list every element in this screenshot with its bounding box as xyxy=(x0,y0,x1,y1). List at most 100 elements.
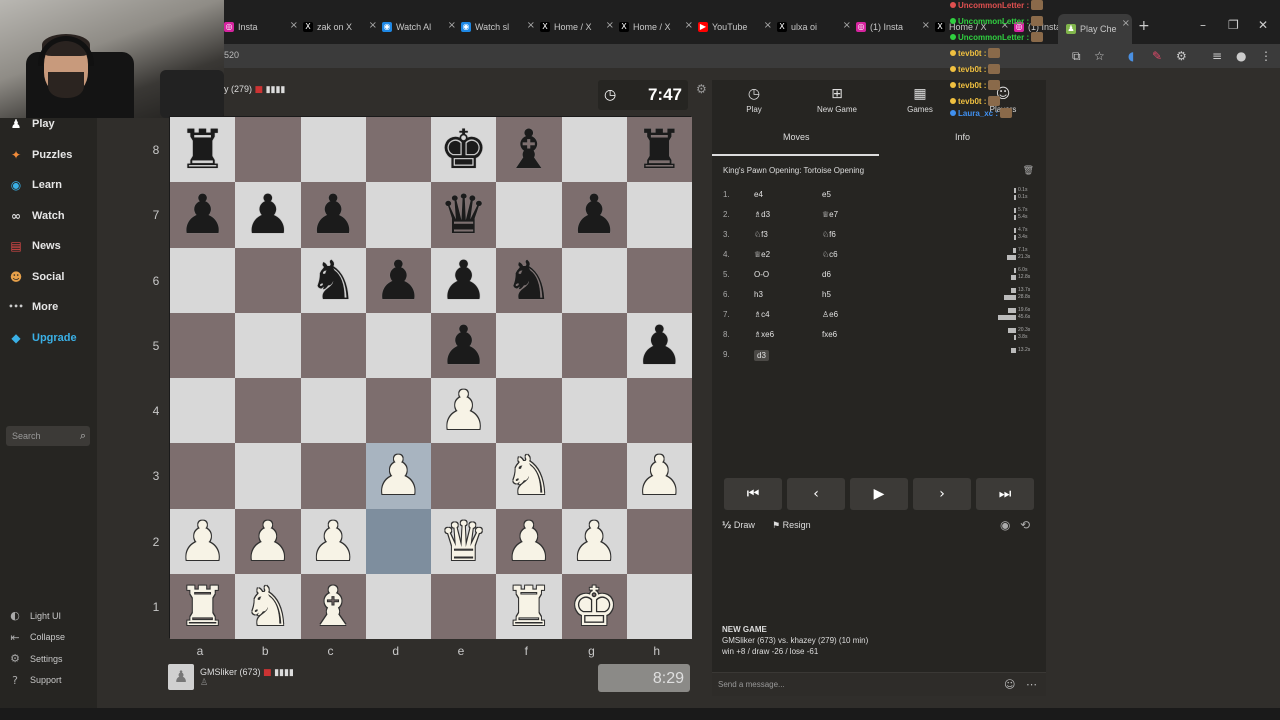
close-icon[interactable]: × xyxy=(764,20,772,31)
sidebar-footer-light-ui[interactable]: ◐ Light UI xyxy=(8,609,61,622)
close-icon[interactable]: × xyxy=(922,20,930,31)
white-king-icon[interactable]: ♚ xyxy=(562,574,627,639)
bottom-player[interactable]: ♟ GMSliker (673) ■ ▮▮▮▮ ♙ xyxy=(168,664,294,690)
message-input[interactable]: Send a message... ☺ ⋯ xyxy=(712,672,1046,696)
square-c3[interactable] xyxy=(300,443,366,509)
menu-icon[interactable]: ≡ xyxy=(1212,49,1222,63)
white-bishop-icon[interactable]: ♝ xyxy=(301,574,366,639)
browser-tab[interactable]: X Home / X × xyxy=(540,16,616,38)
white-pawn-icon[interactable]: ♟ xyxy=(627,443,692,508)
black-move[interactable]: e5 xyxy=(822,190,831,199)
tab-moves[interactable]: Moves xyxy=(783,132,810,142)
sidebar-item-learn[interactable]: ◉ Learn xyxy=(8,177,62,193)
white-move[interactable]: ♕e2 xyxy=(754,250,770,259)
square-e3[interactable] xyxy=(431,443,497,509)
flip-board-icon[interactable]: ⟲ xyxy=(1020,518,1030,532)
close-icon[interactable]: × xyxy=(369,20,377,31)
browser-tab[interactable]: ▶ YouTube × xyxy=(698,16,774,38)
sidebar-footer-support[interactable]: ? Support xyxy=(8,674,61,687)
black-move[interactable]: ♕e7 xyxy=(822,210,838,219)
trash-icon[interactable]: 🗑 xyxy=(1023,166,1034,176)
black-pawn-icon[interactable]: ♟ xyxy=(431,248,496,313)
avatar[interactable]: ♟ xyxy=(168,664,194,690)
square-a5[interactable] xyxy=(170,312,236,378)
square-h4[interactable] xyxy=(626,378,692,444)
square-g3[interactable] xyxy=(561,443,627,509)
close-icon[interactable]: × xyxy=(685,20,693,31)
square-b3[interactable] xyxy=(235,443,301,509)
browser-tab[interactable]: ◉ Watch sl × xyxy=(461,16,537,38)
more-icon[interactable]: ⋮ xyxy=(1260,49,1272,63)
browser-tab[interactable]: Xulxa oi × xyxy=(777,16,853,38)
white-pawn-icon[interactable]: ♟ xyxy=(366,443,431,508)
tab-games[interactable]: ▦ Games xyxy=(880,86,960,114)
white-knight-icon[interactable]: ♞ xyxy=(235,574,300,639)
new-tab-button[interactable]: + xyxy=(1138,18,1150,34)
tab-play[interactable]: ◷ Play xyxy=(714,86,794,114)
white-move[interactable]: ♘f3 xyxy=(754,230,768,239)
square-g4[interactable] xyxy=(561,378,627,444)
square-b5[interactable] xyxy=(235,312,301,378)
search-icon[interactable]: ⌕ xyxy=(80,429,86,443)
white-move[interactable]: ♗c4 xyxy=(754,310,770,319)
browser-tab[interactable]: X Home / X × xyxy=(619,16,695,38)
sidebar-item-social[interactable]: ☻ Social xyxy=(8,269,65,285)
white-pawn-icon[interactable]: ♟ xyxy=(562,509,627,574)
square-f7[interactable] xyxy=(496,182,562,248)
square-g6[interactable] xyxy=(561,247,627,313)
search-input[interactable]: Search ⌕ xyxy=(6,426,90,446)
square-h2[interactable] xyxy=(626,508,692,574)
square-d8[interactable] xyxy=(365,117,431,183)
black-knight-icon[interactable]: ♞ xyxy=(496,248,561,313)
close-icon[interactable]: × xyxy=(290,20,298,31)
black-pawn-icon[interactable]: ♟ xyxy=(235,182,300,247)
square-g8[interactable] xyxy=(561,117,627,183)
square-e1[interactable] xyxy=(431,573,497,639)
black-knight-icon[interactable]: ♞ xyxy=(301,248,366,313)
black-move[interactable]: d6 xyxy=(822,270,831,279)
square-a6[interactable] xyxy=(170,247,236,313)
chess-board[interactable]: ♜ ♚ ♝ ♜ ♟ ♟ ♟ ♛ ♟ ♞ ♟ ♟ ♞ ♟ ♟ ♟ ♟ ♞ ♟ ♟ ♟ ♟ ♛ ♟ ♟ ♜ ♞ ♝ ♜ ♚ xyxy=(169,116,692,639)
sidebar-item-puzzles[interactable]: ✦ Puzzles xyxy=(8,147,72,163)
square-d7[interactable] xyxy=(365,182,431,248)
white-pawn-icon[interactable]: ♟ xyxy=(170,509,235,574)
white-pawn-icon[interactable]: ♟ xyxy=(301,509,366,574)
play-button[interactable]: ▶ xyxy=(850,478,908,510)
previous-move-button[interactable]: ‹ xyxy=(787,478,845,510)
black-queen-icon[interactable]: ♛ xyxy=(431,182,496,247)
puzzle-icon[interactable]: ⚙ xyxy=(1176,49,1187,63)
sidebar-footer-settings[interactable]: ⚙ Settings xyxy=(8,652,62,665)
black-pawn-icon[interactable]: ♟ xyxy=(170,182,235,247)
black-rook-icon[interactable]: ♜ xyxy=(170,117,235,182)
top-player[interactable]: y (279) ■ ▮▮▮▮ xyxy=(224,84,285,95)
black-rook-icon[interactable]: ♜ xyxy=(627,117,692,182)
more-icon[interactable]: ⋯ xyxy=(1026,678,1037,691)
square-h7[interactable] xyxy=(626,182,692,248)
first-move-button[interactable]: ⏮ xyxy=(724,478,782,510)
close-icon[interactable]: × xyxy=(527,20,535,31)
draw-button[interactable]: ½ Draw xyxy=(722,520,755,531)
extension-icon[interactable]: ◖ xyxy=(1128,49,1134,63)
square-d1[interactable] xyxy=(365,573,431,639)
white-queen-icon[interactable]: ♛ xyxy=(431,509,496,574)
black-pawn-icon[interactable]: ♟ xyxy=(431,313,496,378)
square-f4[interactable] xyxy=(496,378,562,444)
tab-new-game[interactable]: ⊞ New Game xyxy=(797,86,877,114)
white-move[interactable]: ♗xe6 xyxy=(754,330,774,339)
black-pawn-icon[interactable]: ♟ xyxy=(366,248,431,313)
emoji-icon[interactable]: ☺ xyxy=(1004,678,1015,691)
black-move[interactable]: fxe6 xyxy=(822,330,837,339)
square-g5[interactable] xyxy=(561,312,627,378)
board-settings-icon[interactable]: ⚙ xyxy=(696,82,707,96)
tab-active[interactable]: ♟ Play Che × xyxy=(1058,14,1132,44)
sidebar-item-more[interactable]: ••• More xyxy=(8,299,58,315)
square-d5[interactable] xyxy=(365,312,431,378)
black-move[interactable]: ♙e6 xyxy=(822,310,838,319)
black-pawn-icon[interactable]: ♟ xyxy=(562,182,627,247)
black-move[interactable]: ♘c6 xyxy=(822,250,838,259)
engine-icon[interactable]: ◉ xyxy=(1000,518,1010,532)
white-move[interactable]: O-O xyxy=(754,270,769,279)
sidebar-item-upgrade[interactable]: ◆ Upgrade xyxy=(8,330,76,346)
close-icon[interactable]: × xyxy=(843,20,851,31)
minimize-button[interactable]: – xyxy=(1200,18,1206,32)
